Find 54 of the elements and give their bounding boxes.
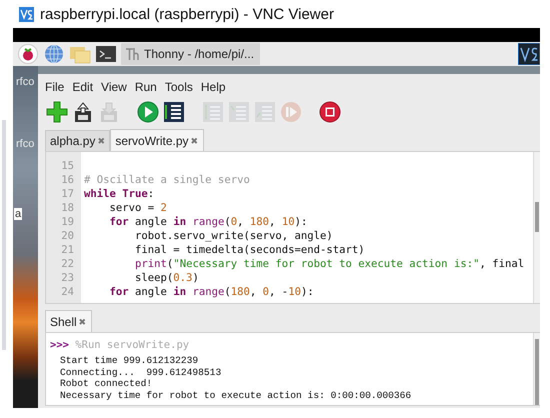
shell-output-line: Start time 999.612132239 (59, 355, 200, 366)
close-icon[interactable]: ✖ (190, 136, 199, 146)
line-number: 20 (60, 230, 75, 244)
logo-icon (19, 6, 34, 22)
menu-item[interactable]: View (101, 80, 127, 94)
code-line: final = timedelta(seconds=end-start) (134, 244, 365, 258)
desktop-icon-label[interactable]: rfco (16, 76, 34, 88)
line-number: 15 (60, 160, 75, 174)
globe-icon[interactable] (43, 44, 65, 64)
load-button[interactable] (72, 101, 94, 123)
shell-output-line: Connecting... 999.612498513 (59, 366, 222, 378)
file-tab[interactable]: alpha.py ✖ (45, 130, 110, 151)
code-line: servo = 2 (108, 202, 167, 216)
code-editor[interactable] (45, 151, 540, 304)
code-line: # Oscillate a single servo (84, 174, 250, 188)
window-title: raspberrypi.local (raspberrypi) - VNC Viewer (40, 6, 334, 22)
file-tab[interactable]: servoWrite.py ✖ (110, 129, 204, 151)
scrollbar[interactable] (533, 333, 540, 405)
menu-item[interactable]: File (45, 80, 64, 94)
line-number: 18 (60, 202, 75, 216)
app-icon (125, 47, 139, 61)
line-number: 16 (60, 174, 75, 188)
scrollbar[interactable] (533, 152, 540, 303)
shell-output-line: Robot connected! (59, 378, 154, 390)
line-number: 22 (60, 258, 75, 272)
shell-tab[interactable]: Shell ✖ (45, 310, 92, 332)
run-button[interactable] (137, 101, 159, 123)
code-line: for angle in range(0, 180, 10): (108, 216, 308, 230)
code-line: print("Necessary time for robot to execute action is:", final (134, 258, 524, 272)
shell-panel[interactable]: >>> %Run servoWrite.py Start time 999.612132239 Connecting... 999.612498513 Robot connected! Necessary time for robot to execute action is: 0:00:00.000366 (45, 332, 540, 406)
desktop-icon-label[interactable]: a (14, 208, 22, 220)
new-button[interactable] (46, 101, 68, 123)
line-number: 19 (60, 216, 75, 230)
shell-output-line: Necessary time for robot to execute action is: 0:00:00.000366 (59, 390, 412, 401)
code-line: while True: (84, 188, 154, 202)
menu-item[interactable]: Run (134, 80, 157, 94)
line-number: 24 (60, 286, 75, 300)
shell-command: >>> %Run servoWrite.py (50, 338, 190, 352)
menu-item[interactable]: Edit (72, 80, 94, 94)
logo-icon[interactable] (518, 43, 540, 65)
code-line: for angle in range(180, 0, -10): (108, 286, 314, 300)
line-number: 23 (60, 272, 75, 286)
close-icon[interactable]: ✖ (78, 316, 87, 326)
terminal-icon[interactable] (95, 44, 117, 64)
stop-button[interactable] (319, 101, 341, 123)
taskbar-window-button[interactable]: Thonny - /home/pi/... (121, 43, 260, 65)
menu-item[interactable]: Help (200, 80, 226, 94)
code-line: robot.servo_write(servo, angle) (134, 230, 333, 244)
raspberry-icon[interactable] (17, 44, 39, 64)
code-line: sleep(0.3) (134, 272, 199, 286)
menu-item[interactable]: Tools (164, 80, 193, 94)
debug-button[interactable] (163, 101, 185, 123)
line-number: 17 (60, 188, 75, 202)
line-number: 21 (60, 244, 75, 258)
